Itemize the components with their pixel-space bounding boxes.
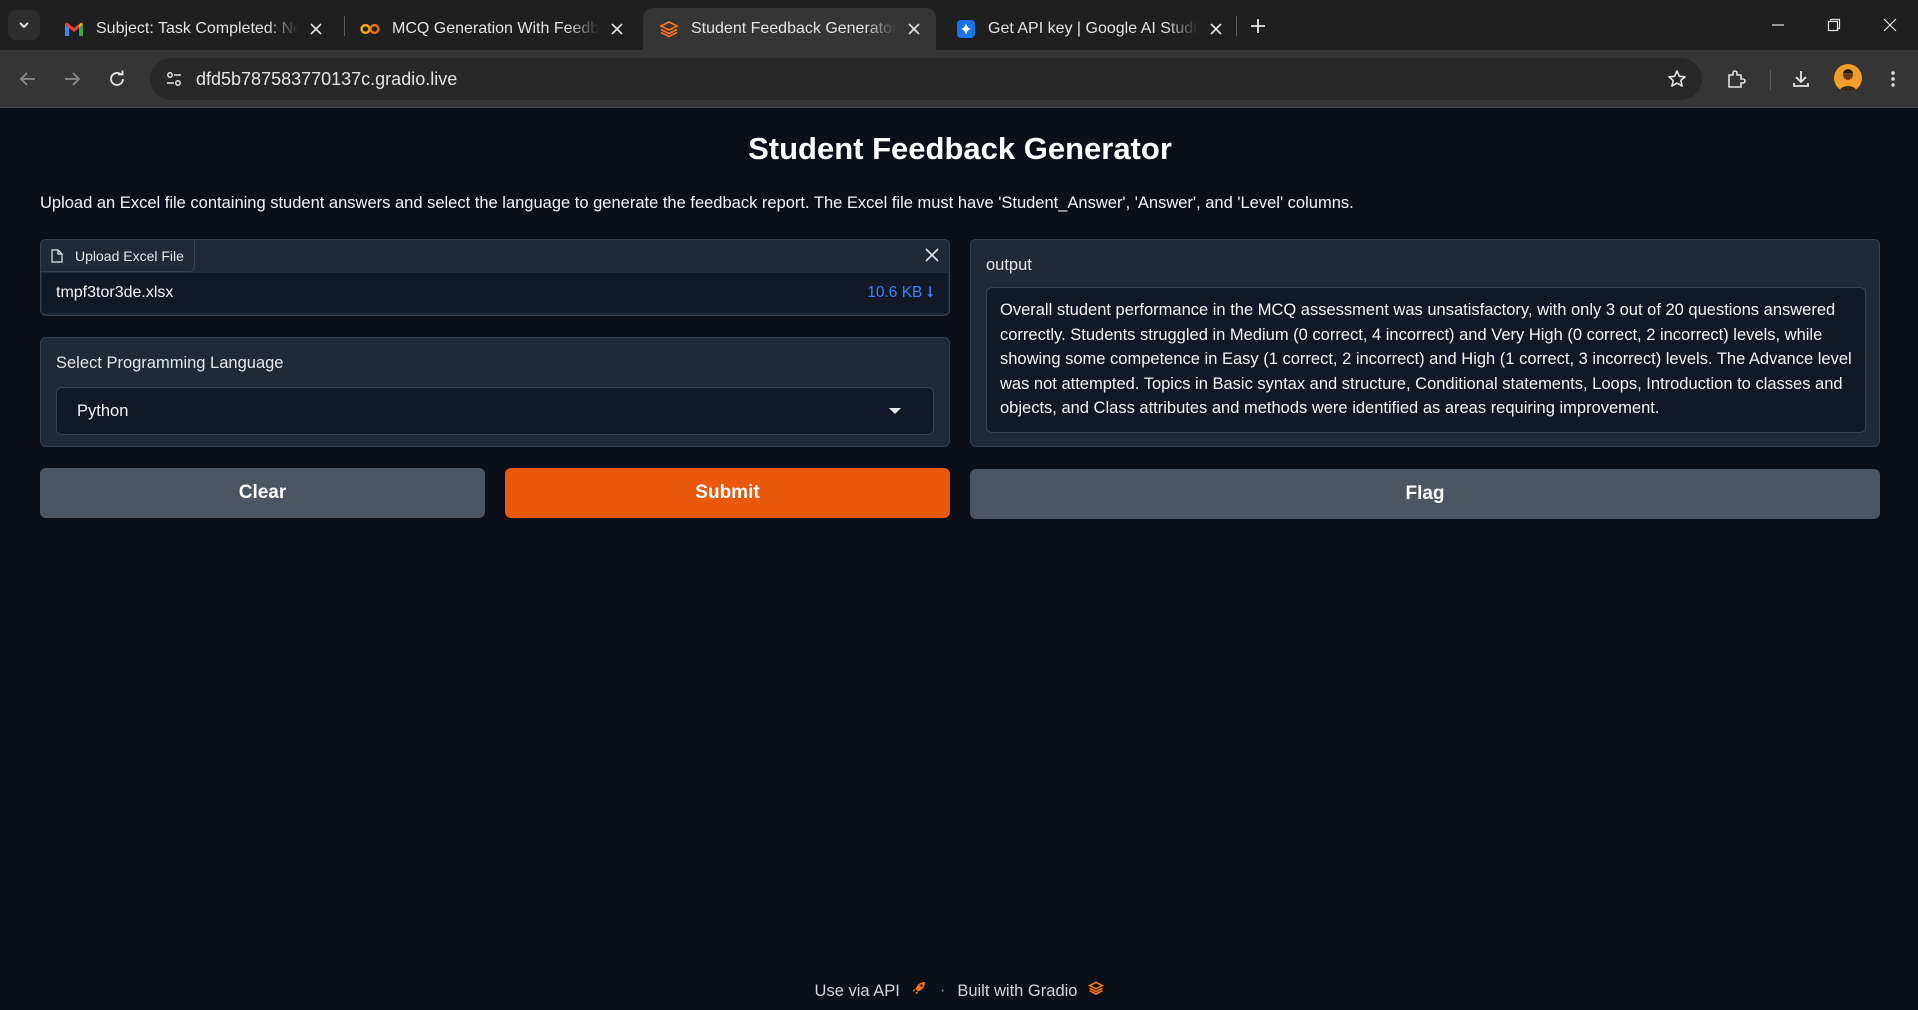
built-with-gradio-text: Built with Gradio [957,982,1078,1000]
restore-icon [1827,18,1841,32]
close-icon[interactable] [904,19,924,39]
output-label: output [986,256,1032,274]
tab-google-ai-studio[interactable]: Get API key | Google AI Studio [940,8,1238,50]
plus-icon [1251,19,1265,33]
language-selected-value: Python [77,402,129,420]
use-via-api-link[interactable]: Use via API [815,979,928,1001]
language-label: Select Programming Language [56,354,284,372]
clear-file-button[interactable] [919,242,945,268]
new-tab-button[interactable] [1244,12,1272,40]
gradio-icon [659,19,679,39]
tab-gmail[interactable]: Subject: Task Completed: New L [48,8,338,50]
toolbar-divider [1770,70,1771,90]
submit-button[interactable]: Submit [505,468,950,518]
chevron-down-icon [19,22,29,29]
extensions-button[interactable] [1719,62,1753,96]
arrow-right-icon [65,72,81,86]
footer: Use via API · Built with Gradio [0,979,1918,1001]
tab-search-button[interactable] [8,10,40,40]
site-info-icon[interactable] [158,63,190,95]
file-upload-label: Upload Excel File [41,240,195,272]
uploaded-file-row: tmpf3tor3de.xlsx 10.6 KB ⭣ [42,273,948,313]
arrow-left-icon [19,72,35,86]
close-icon[interactable] [306,19,326,39]
close-icon [925,248,939,262]
built-with-gradio-link[interactable]: Built with Gradio [957,979,1105,1001]
url-text[interactable]: dfd5b787583770137c.gradio.live [196,69,457,90]
close-icon[interactable] [607,19,627,39]
back-button[interactable] [11,62,45,96]
browser-toolbar: dfd5b787583770137c.gradio.live [0,50,1918,108]
minimize-icon [1772,24,1784,26]
tab-title: Get API key | Google AI Studio [988,20,1198,37]
file-upload-label-text: Upload Excel File [75,247,184,264]
close-window-button[interactable] [1862,0,1918,50]
output-textbox[interactable]: Overall student performance in the MCQ a… [986,287,1866,433]
use-via-api-text: Use via API [814,982,900,1000]
flag-button[interactable]: Flag [970,469,1880,519]
browser-tab-strip: Subject: Task Completed: New L MCQ Gener… [0,0,1918,50]
gmail-icon [64,19,84,39]
page-title: Student Feedback Generator [748,131,1172,166]
caret-down-icon [889,408,901,414]
colab-icon [360,19,380,39]
download-icon [1793,71,1809,87]
close-icon [1883,18,1897,32]
footer-separator: · [939,980,946,999]
reload-icon [110,70,124,86]
tab-student-feedback[interactable]: Student Feedback Generator [643,8,936,50]
close-icon[interactable] [1206,19,1226,39]
puzzle-icon [1728,70,1746,88]
file-size: 10.6 KB [867,284,923,301]
file-upload-panel: Upload Excel File tmpf3tor3de.xlsx 10.6 … [40,239,950,316]
ai-studio-icon [956,19,976,39]
output-panel: output Overall student performance in th… [970,239,1880,447]
language-dropdown[interactable]: Python [56,387,934,435]
forward-button[interactable] [55,62,89,96]
gradio-logo-icon [1087,979,1105,997]
clear-button[interactable]: Clear [40,468,485,518]
avatar[interactable] [1834,64,1862,92]
page-description: Upload an Excel file containing student … [40,194,1354,212]
minimize-button[interactable] [1750,0,1806,50]
reload-button[interactable] [100,62,134,96]
tab-divider [1236,16,1237,36]
bookmark-star-icon[interactable] [1664,66,1690,92]
address-bar[interactable]: dfd5b787583770137c.gradio.live [150,58,1702,100]
tab-mcq-generation[interactable]: MCQ Generation With Feedback [344,8,639,50]
more-vertical-icon [1891,71,1895,87]
downloads-button[interactable] [1784,62,1818,96]
file-icon [51,248,65,263]
restore-button[interactable] [1806,0,1862,50]
file-name: tmpf3tor3de.xlsx [56,284,174,301]
browser-menu-button[interactable] [1876,62,1910,96]
file-download-link[interactable]: 10.6 KB ⭣ [867,284,934,302]
tab-title: MCQ Generation With Feedback [392,20,599,37]
rocket-icon [910,979,928,997]
language-panel: Select Programming Language Python [40,337,950,447]
tab-title: Subject: Task Completed: New L [96,20,298,37]
gradio-app: Student Feedback Generator Upload an Exc… [0,109,1918,1010]
tab-title: Student Feedback Generator [691,20,896,37]
download-arrow-icon: ⭣ [926,284,934,301]
